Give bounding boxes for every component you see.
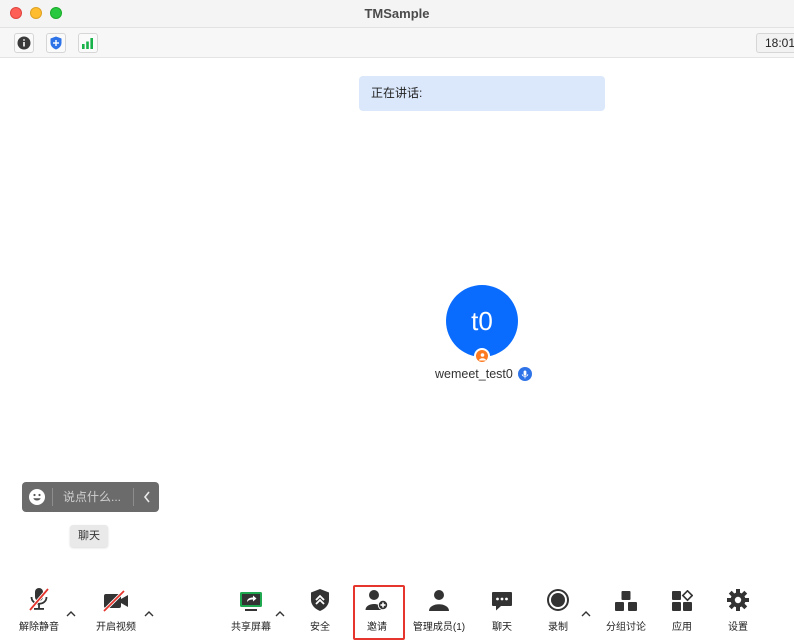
participant-name: wemeet_test0 — [435, 367, 513, 381]
chat-divider — [52, 488, 53, 506]
host-badge-icon — [474, 348, 490, 364]
emoji-icon[interactable] — [29, 489, 45, 505]
breakout-rooms-icon — [615, 591, 637, 611]
meeting-clock: 18:01 — [756, 33, 794, 53]
mic-muted-icon — [28, 587, 50, 612]
chat-quick-input[interactable]: 说点什么... — [22, 482, 159, 512]
apps-button[interactable]: 应用 — [662, 583, 702, 641]
chevron-up-icon[interactable] — [275, 610, 285, 618]
settings-button[interactable]: 设置 — [718, 583, 758, 641]
chevron-up-icon[interactable] — [66, 610, 76, 618]
chat-label: 聊天 — [492, 622, 512, 633]
security-label: 安全 — [310, 622, 330, 633]
window-title: TMSample — [364, 6, 430, 21]
share-screen-icon — [240, 592, 262, 611]
video-off-icon — [102, 590, 128, 612]
start-video-label: 开启视频 — [96, 622, 136, 633]
chat-divider — [133, 488, 134, 506]
meeting-window: TMSample 18:01 正在讲话: t0 wemeet_test0 说点什… — [0, 0, 794, 641]
chat-tooltip: 聊天 — [70, 525, 108, 547]
manage-members-label: 管理成员(1) — [412, 622, 466, 633]
info-icon — [17, 36, 31, 50]
network-signal-button[interactable] — [78, 33, 98, 53]
unmute-label: 解除静音 — [19, 622, 59, 633]
signal-bars-icon — [82, 38, 93, 49]
chevron-up-icon[interactable] — [581, 610, 591, 618]
unmute-button[interactable]: 解除静音 — [18, 583, 60, 641]
chat-button[interactable]: 聊天 — [482, 583, 522, 641]
participant-mic-icon — [518, 367, 532, 381]
invite-highlight-frame — [353, 585, 405, 640]
chat-icon — [492, 592, 512, 611]
record-icon — [547, 589, 569, 611]
manage-members-button[interactable]: 管理成员(1) — [412, 583, 466, 641]
shield-icon — [311, 589, 329, 611]
record-label: 录制 — [548, 622, 568, 633]
breakout-rooms-label: 分组讨论 — [606, 622, 646, 633]
gear-icon — [727, 589, 749, 611]
chevron-up-icon[interactable] — [144, 610, 154, 618]
title-bar: TMSample — [0, 0, 794, 28]
security-status-button[interactable] — [46, 33, 66, 53]
meeting-info-bar: 18:01 — [0, 28, 794, 58]
speaking-indicator: 正在讲话: — [359, 76, 605, 111]
shield-icon — [50, 36, 62, 50]
record-button[interactable]: 录制 — [538, 583, 578, 641]
start-video-button[interactable]: 开启视频 — [94, 583, 138, 641]
participant-avatar[interactable]: t0 — [446, 285, 518, 357]
settings-label: 设置 — [728, 622, 748, 633]
apps-icon — [672, 590, 693, 611]
meeting-info-button[interactable] — [14, 33, 34, 53]
share-screen-button[interactable]: 共享屏幕 — [229, 583, 273, 641]
members-icon — [429, 590, 449, 611]
breakout-rooms-button[interactable]: 分组讨论 — [604, 583, 648, 641]
apps-label: 应用 — [672, 622, 692, 633]
share-screen-label: 共享屏幕 — [231, 622, 271, 633]
chat-input-placeholder[interactable]: 说点什么... — [63, 482, 121, 512]
chevron-left-icon[interactable] — [139, 489, 155, 505]
security-button[interactable]: 安全 — [300, 583, 340, 641]
